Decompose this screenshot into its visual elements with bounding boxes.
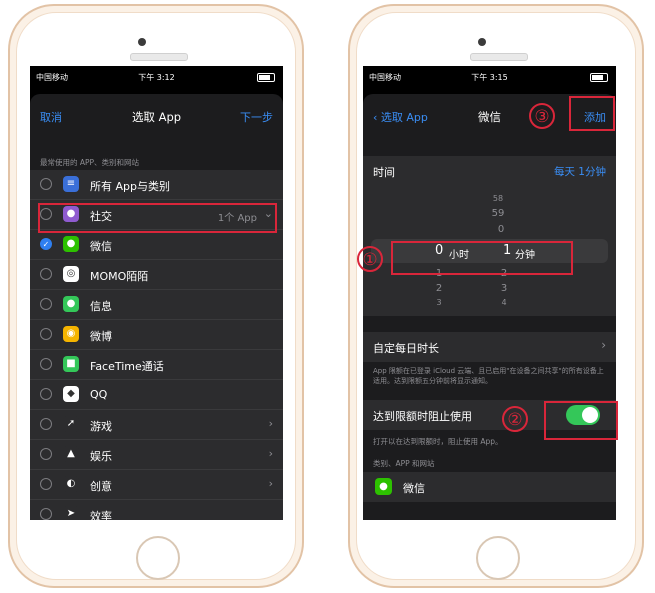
radio-button[interactable]: [40, 328, 52, 340]
chevron-right-icon: ›: [268, 477, 273, 490]
chevron-right-icon: ›: [268, 417, 273, 430]
app-list-row[interactable]: ◐ 创意 ›: [30, 470, 283, 500]
app-list-row-label: 微博: [90, 330, 112, 343]
highlight-social-row: [38, 203, 277, 233]
time-row-label: 时间: [373, 166, 395, 179]
battery-icon: [257, 73, 275, 82]
front-camera-icon: [138, 38, 146, 46]
battery-icon: [590, 73, 608, 82]
picker-minute-below-2: 3: [500, 283, 508, 294]
status-time: 下午 3:12: [138, 73, 175, 82]
radio-button[interactable]: [40, 508, 52, 520]
limit-detail-sheet: ‹ 选取 App 微信 添加 时间 每天 1分钟 58 59 0 0 小时 1 …: [363, 94, 616, 520]
picker-minute-above-2: 59: [491, 208, 505, 219]
checkmark-icon[interactable]: ✓: [40, 238, 52, 250]
app-list-row[interactable]: ≡ 所有 App与类别: [30, 170, 283, 200]
radio-button[interactable]: [40, 178, 52, 190]
radio-button[interactable]: [40, 358, 52, 370]
weibo-icon: ◉: [63, 326, 79, 342]
radio-button[interactable]: [40, 268, 52, 280]
app-list-row[interactable]: ◉ 微博: [30, 320, 283, 350]
step-2-badge: ②: [502, 406, 528, 432]
stack-icon: ≡: [63, 176, 79, 192]
left-screen: 中国移动 下午 3:12 取消 选取 App 下一步 最常使用的 APP、类别和…: [30, 66, 283, 520]
next-button[interactable]: 下一步: [240, 109, 273, 125]
status-bar: 中国移动 下午 3:15: [363, 66, 616, 90]
facetime-icon: ■: [63, 356, 79, 372]
block-at-limit-label: 达到限额时阻止使用: [373, 410, 472, 423]
app-list-row[interactable]: ➚ 游戏 ›: [30, 410, 283, 440]
block-note: 打开以在达到限额时，阻止使用 App。: [373, 437, 503, 446]
navbar: 取消 选取 App 下一步: [30, 94, 283, 138]
highlight-add-button: [569, 96, 615, 131]
app-row-wechat[interactable]: ● 微信: [363, 472, 616, 502]
custom-daily-row[interactable]: 自定每日时长 ›: [363, 332, 616, 362]
picker-minute-below-3: 4: [501, 298, 507, 307]
highlight-toggle: [544, 401, 618, 440]
plane-icon: ➤: [63, 506, 79, 520]
qq-icon: ◆: [63, 386, 79, 402]
right-screen: 中国移动 下午 3:15 ‹ 选取 App 微信 添加 时间 每天 1分钟 58…: [363, 66, 616, 520]
palette-icon: ◐: [63, 476, 79, 492]
speaker-grille: [130, 53, 188, 61]
radio-button[interactable]: [40, 478, 52, 490]
momo-icon: ◎: [63, 266, 79, 282]
app-list-row[interactable]: ● 信息: [30, 290, 283, 320]
apps-section-label: 类别、APP 和网站: [373, 459, 435, 468]
radio-button[interactable]: [40, 298, 52, 310]
wechat-icon: ●: [63, 236, 79, 252]
radio-button[interactable]: [40, 418, 52, 430]
rocket-icon: ➚: [63, 416, 79, 432]
app-picker-sheet: 取消 选取 App 下一步 最常使用的 APP、类别和网站 ≡ 所有 App与类别…: [30, 94, 283, 520]
app-list-row-label: FaceTime通话: [90, 360, 164, 373]
highlight-picker: [391, 241, 573, 275]
radio-button[interactable]: [40, 388, 52, 400]
picker-hour-below-2: 2: [435, 283, 443, 294]
status-time: 下午 3:15: [471, 73, 508, 82]
app-list-row[interactable]: ➤ 效率: [30, 500, 283, 520]
step-1-badge: ①: [357, 246, 383, 272]
app-row-label: 微信: [403, 482, 425, 495]
popcorn-icon: ▲: [63, 446, 79, 462]
app-list-row-label: 创意: [90, 480, 112, 493]
app-list-row-label: 游戏: [90, 420, 112, 433]
time-row-value: 每天 1分钟: [553, 166, 606, 178]
status-bar: 中国移动 下午 3:12: [30, 66, 283, 90]
app-list-row[interactable]: ◎ MOMO陌陌: [30, 260, 283, 290]
home-button[interactable]: [136, 536, 180, 580]
radio-button[interactable]: [40, 448, 52, 460]
limit-footnote: App 限额在已登录 iCloud 云端、且已启用"在设备之间共享"的所有设备上…: [373, 367, 604, 385]
picker-minute-above-3: 0: [497, 224, 505, 235]
picker-hour-below-3: 3: [436, 298, 442, 307]
app-list-row-label: 信息: [90, 300, 112, 313]
wechat-icon: ●: [375, 478, 392, 495]
app-list-row[interactable]: ✓ ● 微信: [30, 230, 283, 260]
app-list-row-label: 娱乐: [90, 450, 112, 463]
app-list-row-label: 微信: [90, 240, 112, 253]
app-list-row-label: 所有 App与类别: [90, 180, 170, 193]
app-list-row[interactable]: ■ FaceTime通话: [30, 350, 283, 380]
step-3-badge: ③: [529, 103, 555, 129]
chevron-right-icon: ›: [268, 447, 273, 460]
app-list-row[interactable]: ◆ QQ: [30, 380, 283, 410]
app-list-row-label: 效率: [90, 510, 112, 520]
app-list-row-label: QQ: [90, 388, 108, 401]
home-button[interactable]: [476, 536, 520, 580]
chevron-right-icon: ›: [601, 338, 606, 352]
time-row[interactable]: 时间 每天 1分钟: [363, 156, 616, 186]
speaker-grille: [470, 53, 528, 61]
messages-icon: ●: [63, 296, 79, 312]
app-list-row[interactable]: ▲ 娱乐 ›: [30, 440, 283, 470]
section-label: 最常使用的 APP、类别和网站: [40, 158, 140, 167]
app-list-row-label: MOMO陌陌: [90, 270, 149, 283]
picker-minute-above-1: 58: [492, 194, 504, 203]
custom-daily-label: 自定每日时长: [373, 342, 439, 355]
front-camera-icon: [478, 38, 486, 46]
